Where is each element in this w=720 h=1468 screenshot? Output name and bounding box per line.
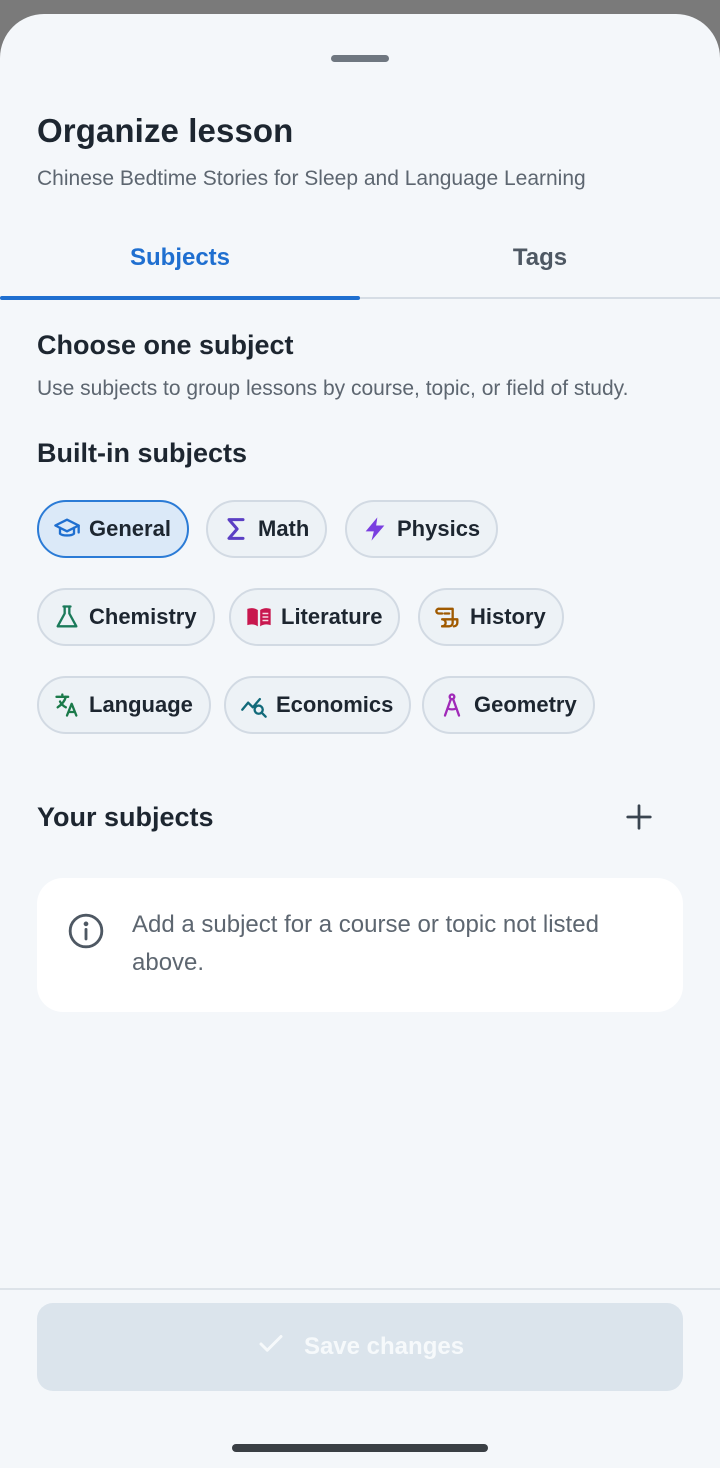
subject-chip-label: General [89,516,171,541]
choose-subject-description: Use subjects to group lessons by course,… [37,377,629,400]
sigma-icon [222,515,250,543]
subject-chip-label: Chemistry [89,604,197,629]
translate-icon [53,691,81,719]
info-icon [67,912,105,950]
scroll-icon [434,603,462,631]
subject-chip-label: History [470,604,546,629]
trend-search-icon [240,691,268,719]
bottom-sheet: Organize lesson Chinese Bedtime Stories … [0,14,720,1468]
subject-chip-label: Language [89,692,193,717]
subject-chip-physics[interactable]: Physics [345,500,499,558]
flask-icon [53,603,81,631]
tab-tags[interactable]: Tags [360,219,720,297]
active-tab-indicator [0,296,360,300]
save-changes-button[interactable]: Save changes [37,1303,683,1391]
subject-chip-history[interactable]: History [418,588,564,646]
subject-chip-label: Math [258,516,310,541]
drag-handle[interactable] [331,55,389,62]
tab-subjects[interactable]: Subjects [0,219,360,297]
subject-chip-label: Geometry [474,692,577,717]
empty-subjects-message: Add a subject for a course or topic not … [132,911,599,976]
subject-chip-math[interactable]: Math [206,500,328,558]
your-subjects-title: Your subjects [37,802,214,832]
empty-subjects-card: Add a subject for a course or topic not … [37,878,683,1012]
open-book-icon [245,603,273,631]
subject-chip-language[interactable]: Language [37,676,211,734]
subject-chip-literature[interactable]: Literature [229,588,401,646]
subject-chip-label: Physics [397,516,481,541]
subject-chip-label: Economics [276,692,394,717]
subject-chip-chemistry[interactable]: Chemistry [37,588,215,646]
add-subject-button[interactable] [618,798,660,840]
checkmark-icon [256,1329,286,1366]
plus-icon [624,802,654,837]
lesson-name: Chinese Bedtime Stories for Sleep and La… [37,167,586,190]
footer-divider [0,1288,720,1290]
lightning-icon [361,515,389,543]
sheet-title: Organize lesson [37,112,294,149]
home-indicator [232,1444,488,1452]
tab-bar: Subjects Tags [0,219,720,300]
save-changes-label: Save changes [303,1333,465,1360]
graduation-cap-icon [53,515,81,543]
builtin-subjects-title: Built-in subjects [37,438,248,468]
compass-icon [438,691,466,719]
choose-subject-title: Choose one subject [37,330,294,360]
subject-chip-label: Literature [281,604,383,629]
subject-chip-economics[interactable]: Economics [224,676,412,734]
subject-chip-general[interactable]: General [37,500,189,558]
subject-chip-geometry[interactable]: Geometry [422,676,595,734]
